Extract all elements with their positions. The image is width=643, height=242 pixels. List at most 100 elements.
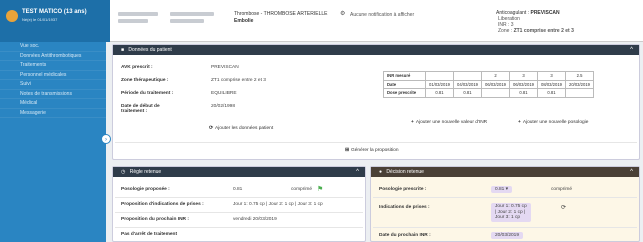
table-cell: 2.5 [565, 71, 594, 81]
top-bar: TEST MATICO (13 ans) Né(e) le 01/01/1937… [0, 0, 643, 42]
flag-icon: ⚑ [317, 186, 324, 193]
patient-name: TEST MATICO (13 ans) [22, 9, 87, 15]
divider [115, 227, 363, 228]
field-value: PREVISCAN [211, 65, 239, 70]
avatar [6, 10, 18, 22]
redacted-field [170, 12, 214, 16]
field-value: EQUILIBRE [211, 91, 237, 96]
check-circle-icon: ● [379, 169, 383, 175]
patient-data-header: ■ Données du patient ^ [113, 45, 639, 55]
posology-select[interactable]: 0.81 ▾ [491, 186, 513, 193]
field-label: Période du traitement : [121, 91, 174, 96]
sidebar-item-medical[interactable]: Médical [0, 99, 106, 109]
field-label: Date de début de traitement : [121, 104, 160, 114]
divider [115, 197, 363, 198]
folder-icon: ■ [121, 47, 125, 53]
table-cell [453, 71, 482, 81]
field-label: Proposition du prochain INR : [121, 217, 189, 222]
rule-card: ◷ Règle retenue ^ Posologie proposée : 0… [112, 166, 366, 242]
add-patient-data-label: Ajouter les données patient [215, 126, 274, 131]
sidebar: Vue soc. Données Antithrombotiques Trait… [0, 42, 111, 242]
avk-zone-value: ZT1 comprise entre 2 et 3 [513, 28, 574, 34]
field-label: Date du prochain INR : [379, 233, 431, 238]
avk-zone-label: Zone : [498, 28, 513, 34]
diagnosis: Thrombose - THROMBOSE ARTERIELLE Embolie [234, 11, 328, 24]
table-cell: 0.81 [509, 88, 538, 98]
collapse-chevron-icon[interactable]: ^ [356, 167, 359, 177]
field-label: Indications de prises : [379, 205, 430, 210]
add-inr-label: Ajouter une nouvelle valeur d'INR [415, 120, 488, 125]
field-unit: comprimé [551, 187, 573, 192]
sidebar-item-notes[interactable]: Notes de transmissions [0, 90, 106, 99]
diagnosis-value: THROMBOSE ARTERIELLE [263, 11, 328, 17]
patient-banner[interactable]: TEST MATICO (13 ans) Né(e) le 01/01/1937 [0, 0, 110, 42]
notification-text: Aucune notification à afficher [350, 12, 415, 18]
decision-card: ● Décision retenue ^ Posologie prescrite… [370, 166, 640, 242]
table-row: Dose prescrite 0.81 0.81 0.81 0.81 [383, 88, 594, 98]
clock-icon: ◷ [121, 169, 126, 175]
collapse-chevron-icon[interactable]: ^ [630, 167, 633, 177]
field-value: 0.81 [233, 187, 243, 192]
sidebar-item-donnees[interactable]: Données Antithrombotiques [0, 52, 106, 61]
table-header-cell: Dose prescrite [383, 88, 426, 98]
inr-table: INR mesuré 2 3 3 2.5 Date 01/03/2019 04/… [383, 71, 594, 98]
gear-icon[interactable]: ⚙ [340, 10, 345, 17]
add-posology-label: Ajouter une nouvelle posologie [522, 120, 589, 125]
table-cell: 08/03/2019 [537, 79, 566, 89]
field-label: Pas d'arrêt de traitement [121, 232, 178, 237]
generate-proposal-button[interactable]: ⊞ Générer la proposition [345, 148, 399, 153]
decision-title: Décision retenue [386, 169, 424, 175]
refresh-icon: ⟳ [209, 126, 214, 131]
field-label: AVK prescrit : [121, 65, 153, 70]
redacted-field [118, 19, 148, 23]
collapse-chevron-icon[interactable]: ^ [630, 45, 633, 55]
table-header-cell: Date [383, 79, 426, 89]
table-row: INR mesuré 2 3 3 2.5 [383, 71, 594, 81]
patient-sub: Né(e) le 01/01/1937 [22, 17, 58, 22]
table-cell: 3 [509, 71, 538, 81]
table-cell: 06/03/2019 [481, 79, 510, 89]
field-value: Jour 1: 0.75 cp | Jour 2: 1 cp | Jour 3:… [233, 202, 323, 207]
divider [115, 212, 363, 213]
add-posology-button[interactable]: + Ajouter une nouvelle posologie [518, 120, 588, 125]
table-cell: 2 [481, 71, 510, 81]
sidebar-toggle-chevron-icon[interactable]: › [101, 134, 111, 144]
rule-header: ◷ Règle retenue ^ [113, 167, 365, 177]
field-label: Posologie prescrite : [379, 187, 427, 192]
redacted-field [118, 12, 158, 16]
table-cell: 3 [537, 71, 566, 81]
table-cell: 20/03/2019 [565, 79, 594, 89]
sidebar-item-suivi[interactable]: Suivi [0, 80, 106, 90]
sidebar-item-traitements[interactable]: Traitements [0, 61, 106, 71]
table-cell: 06/03/2019 [509, 79, 538, 89]
table-row: Date 01/03/2019 04/03/2019 06/03/2019 06… [383, 79, 594, 89]
table-header-cell: INR mesuré [383, 71, 426, 81]
rule-title: Règle retenue [129, 169, 162, 175]
add-patient-data-button[interactable]: ⟳ Ajouter les données patient [209, 126, 273, 131]
sidebar-item-personnel[interactable]: Personnel médicales [0, 71, 106, 80]
generate-icon: ⊞ [345, 148, 350, 153]
field-value: vendredi 20/03/2019 [233, 217, 277, 222]
generate-label: Générer la proposition [351, 148, 399, 153]
add-inr-button[interactable]: + Ajouter une nouvelle valeur d'INR [411, 120, 487, 125]
intake-indications-field[interactable]: Jour 1: 0.75 cp | Jour 2: 1 cp | Jour 3:… [491, 203, 531, 222]
decision-header: ● Décision retenue ^ [371, 167, 639, 177]
sidebar-item-vue[interactable]: Vue soc. [0, 42, 106, 52]
table-cell [481, 88, 510, 98]
sidebar-item-messagerie[interactable]: Messagerie [0, 109, 106, 118]
divider [115, 142, 637, 143]
anticoagulant-info: Anticoagulant : PREVISCAN Liberation INR… [496, 10, 636, 34]
patient-data-title: Données du patient [128, 47, 172, 53]
diagnosis-title: Thrombose [234, 11, 260, 17]
refresh-icon[interactable]: ⟳ [561, 204, 566, 211]
field-value: ZT1 comprise entre 2 et 3 [211, 78, 266, 83]
table-cell [565, 88, 594, 98]
table-cell: 0.81 [425, 88, 454, 98]
field-value: 20/02/1998 [211, 104, 236, 109]
table-cell: 04/03/2019 [453, 79, 482, 89]
patient-data-card: ■ Données du patient ^ AVK prescrit : PR… [112, 44, 640, 160]
table-cell: 0.81 [537, 88, 566, 98]
field-label: Posologie proposée : [121, 187, 170, 192]
next-inr-date-field[interactable]: 20/03/2019 [491, 232, 524, 239]
redacted-field [170, 19, 204, 23]
